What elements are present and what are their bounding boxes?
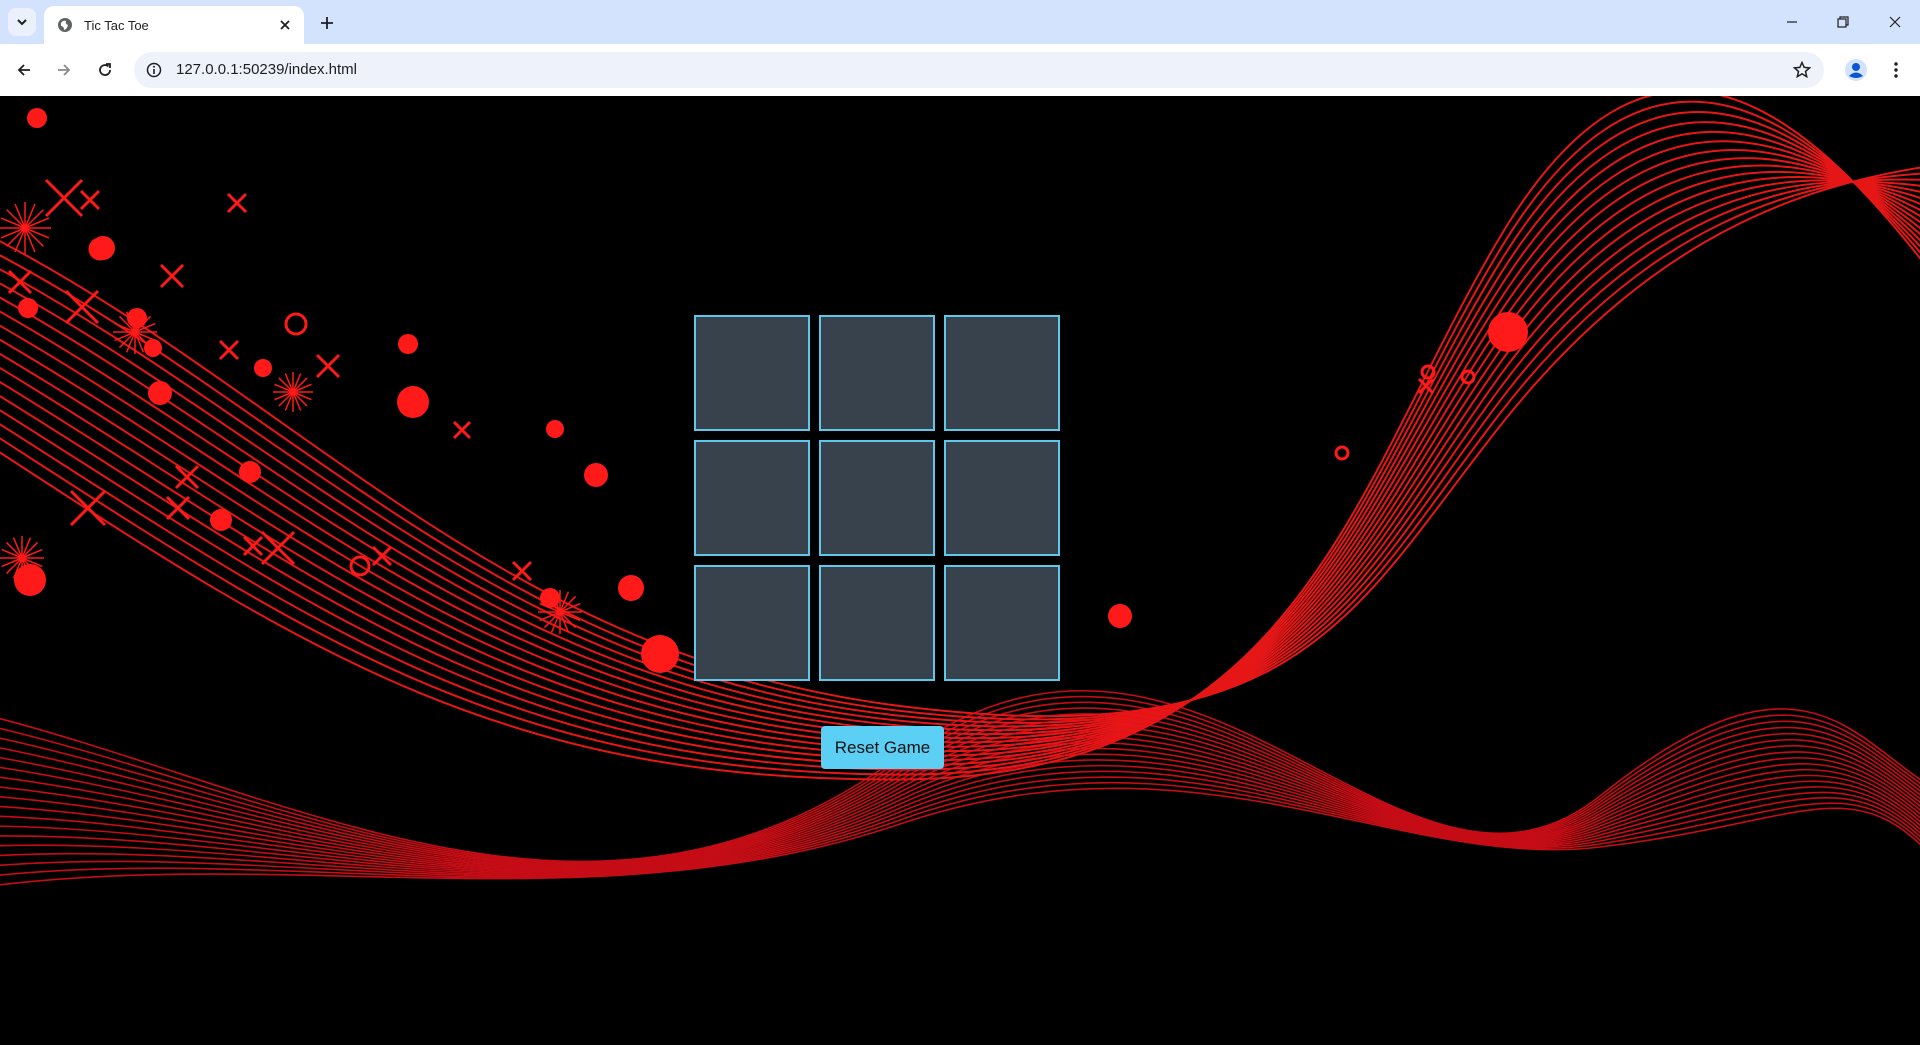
- reload-button[interactable]: [89, 54, 121, 86]
- restore-icon: [1837, 16, 1849, 28]
- board-cell[interactable]: [694, 565, 810, 681]
- minimize-icon: [1787, 21, 1797, 23]
- tab-title: Tic Tac Toe: [84, 17, 149, 33]
- back-button[interactable]: [8, 54, 40, 86]
- address-bar[interactable]: 127.0.0.1:50239/index.html: [134, 52, 1824, 88]
- close-window-button[interactable]: [1870, 0, 1920, 44]
- board-cell[interactable]: [819, 565, 935, 681]
- board-cell[interactable]: [819, 315, 935, 431]
- arrow-right-icon: [58, 64, 71, 76]
- reset-game-button[interactable]: Reset Game: [821, 726, 944, 769]
- profile-avatar-icon[interactable]: [1842, 56, 1870, 84]
- board-cell[interactable]: [694, 315, 810, 431]
- more-menu-icon[interactable]: [1882, 56, 1910, 84]
- reload-icon: [99, 63, 111, 76]
- close-tab-icon[interactable]: [274, 14, 296, 36]
- game-board: [694, 315, 1060, 681]
- forward-button[interactable]: [48, 54, 80, 86]
- board-cell[interactable]: [944, 440, 1060, 556]
- plus-icon: [321, 17, 333, 29]
- board-cell[interactable]: [819, 440, 935, 556]
- chevron-down-icon: [17, 19, 27, 26]
- restore-button[interactable]: [1818, 0, 1868, 44]
- new-tab-button[interactable]: [314, 10, 340, 36]
- bookmark-star-icon[interactable]: [1790, 58, 1814, 82]
- globe-icon: [56, 16, 74, 34]
- url-text: 127.0.0.1:50239/index.html: [176, 61, 357, 78]
- tab-search-button[interactable]: [8, 8, 36, 36]
- site-info-icon[interactable]: [144, 60, 164, 80]
- close-icon: [1889, 16, 1901, 28]
- board-cell[interactable]: [944, 315, 1060, 431]
- arrow-left-icon: [17, 64, 30, 76]
- page-viewport: Reset Game: [0, 96, 1920, 1045]
- minimize-button[interactable]: [1767, 0, 1817, 44]
- board-cell[interactable]: [944, 565, 1060, 681]
- tab-strip: Tic Tac Toe: [0, 0, 1920, 44]
- tab-active[interactable]: Tic Tac Toe: [44, 6, 304, 44]
- board-cell[interactable]: [694, 440, 810, 556]
- browser-toolbar: 127.0.0.1:50239/index.html: [0, 44, 1920, 96]
